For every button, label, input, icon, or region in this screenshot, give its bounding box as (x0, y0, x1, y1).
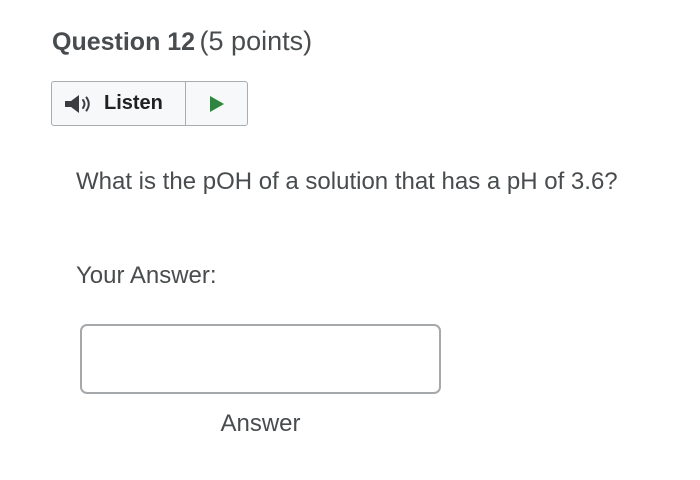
question-text: What is the pOH of a solution that has a… (76, 168, 618, 195)
listen-button[interactable]: Listen (52, 82, 186, 125)
answer-label: Your Answer: (76, 262, 217, 289)
listen-widget: Listen (51, 81, 248, 126)
play-button[interactable] (186, 82, 247, 125)
listen-label: Listen (104, 92, 163, 114)
question-points: (5 points) (199, 26, 313, 56)
answer-caption: Answer (220, 410, 301, 437)
play-icon (209, 95, 225, 113)
question-header: Question 12 (5 points) (52, 26, 312, 57)
speaker-icon (64, 94, 94, 114)
answer-input[interactable] (80, 324, 441, 394)
question-number: Question 12 (52, 28, 196, 56)
